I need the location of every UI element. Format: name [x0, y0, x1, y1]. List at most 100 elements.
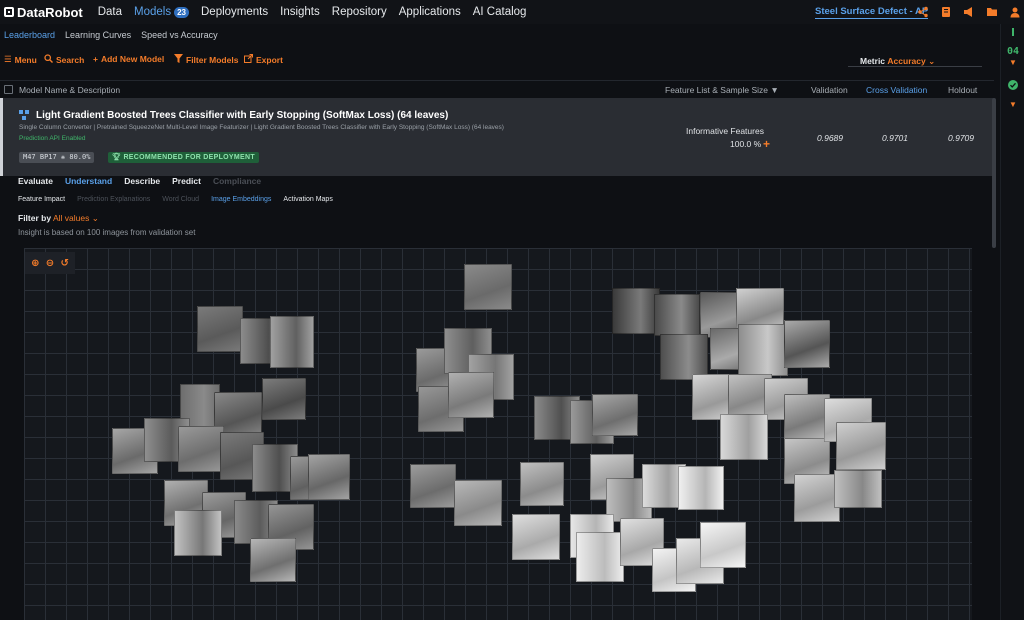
- worker-count[interactable]: 04: [1001, 46, 1024, 57]
- image-thumbnail[interactable]: [178, 426, 224, 472]
- image-thumbnail[interactable]: [576, 532, 624, 582]
- menu-button[interactable]: ☰ Menu: [4, 54, 37, 65]
- folder-icon[interactable]: [985, 6, 999, 18]
- tab-learning-curves[interactable]: Learning Curves: [65, 30, 131, 48]
- image-thumbnail[interactable]: [197, 306, 243, 352]
- image-thumbnail[interactable]: [448, 372, 494, 418]
- model-title[interactable]: Light Gradient Boosted Trees Classifier …: [36, 110, 448, 121]
- image-thumbnail[interactable]: [738, 324, 788, 376]
- image-thumbnail[interactable]: [612, 288, 660, 334]
- validation-score: 0.9689: [817, 133, 843, 143]
- search-button[interactable]: Search: [44, 54, 84, 65]
- image-thumbnail[interactable]: [654, 294, 700, 336]
- image-thumbnail[interactable]: [270, 316, 314, 368]
- image-thumbnail[interactable]: [464, 264, 512, 310]
- image-thumbnail[interactable]: [262, 378, 306, 420]
- menu-icon: ☰: [4, 54, 12, 64]
- image-thumbnail[interactable]: [250, 538, 296, 582]
- tab-evaluate[interactable]: Evaluate: [18, 176, 53, 186]
- models-count-badge: 23: [174, 6, 189, 18]
- prediction-api-status: Prediction API Enabled: [19, 135, 86, 142]
- nav-insights[interactable]: Insights: [274, 6, 326, 18]
- tab-speed-vs-accuracy[interactable]: Speed vs Accuracy: [141, 30, 218, 48]
- project-name[interactable]: Steel Surface Defect - AP: [815, 6, 929, 19]
- datarobot-logo[interactable]: DataRobot: [0, 5, 83, 20]
- tab-understand[interactable]: Understand: [65, 176, 112, 186]
- nav-data[interactable]: Data: [92, 6, 128, 18]
- scrollbar[interactable]: [992, 98, 996, 248]
- image-thumbnail[interactable]: [454, 480, 502, 526]
- image-thumbnail[interactable]: [520, 462, 564, 506]
- chevron-down-icon: ⌄: [91, 213, 99, 223]
- filter-by-control[interactable]: Filter by All values ⌄: [18, 213, 99, 224]
- tab-prediction-explanations[interactable]: Prediction Explanations: [77, 196, 150, 203]
- check-circle-icon[interactable]: [1001, 80, 1024, 93]
- image-thumbnail[interactable]: [174, 510, 222, 556]
- image-embeddings-plot[interactable]: [24, 248, 972, 620]
- megaphone-icon[interactable]: [962, 6, 976, 18]
- trophy-icon: 🏆︎: [112, 154, 122, 161]
- col-validation[interactable]: Validation: [811, 85, 848, 95]
- col-model-name[interactable]: Model Name & Description: [19, 85, 120, 95]
- zoom-out-icon[interactable]: ⊖: [46, 258, 54, 269]
- understand-subtabs: Feature Impact Prediction Explanations W…: [18, 196, 333, 203]
- filter-models-button[interactable]: Filter Models: [174, 54, 238, 65]
- image-thumbnail[interactable]: [784, 320, 830, 368]
- tab-compliance[interactable]: Compliance: [213, 176, 261, 186]
- holdout-score: 0.9709: [948, 133, 974, 143]
- rail-divider: [1001, 28, 1024, 36]
- logo-icon: [4, 7, 14, 17]
- nav-deployments[interactable]: Deployments: [195, 6, 274, 18]
- image-thumbnail[interactable]: [700, 522, 746, 568]
- model-description: Single Column Converter | Pretrained Squ…: [19, 124, 504, 131]
- tab-feature-impact[interactable]: Feature Impact: [18, 196, 65, 203]
- col-feature-list[interactable]: Feature List & Sample Size ▼: [665, 85, 779, 95]
- zoom-in-icon[interactable]: ⊕: [31, 258, 39, 269]
- image-thumbnail[interactable]: [592, 394, 638, 436]
- tab-activation-maps[interactable]: Activation Maps: [283, 196, 332, 203]
- image-thumbnail[interactable]: [720, 414, 768, 460]
- right-rail: 04 ▼ ▼: [1000, 24, 1024, 620]
- filter-icon: ▼: [770, 85, 779, 95]
- nav-models[interactable]: Models 23: [128, 6, 195, 18]
- nav-ai-catalog[interactable]: AI Catalog: [467, 6, 533, 18]
- export-button[interactable]: Export: [244, 54, 283, 65]
- image-thumbnail[interactable]: [410, 464, 456, 508]
- filter-icon: [174, 54, 183, 65]
- tab-image-embeddings[interactable]: Image Embeddings: [211, 196, 271, 203]
- recommended-badge: 🏆︎ RECOMMENDED FOR DEPLOYMENT: [108, 152, 259, 163]
- tab-predict[interactable]: Predict: [172, 176, 201, 186]
- share-icon[interactable]: [916, 6, 930, 18]
- insight-note: Insight is based on 100 images from vali…: [18, 228, 196, 237]
- col-holdout[interactable]: Holdout: [948, 85, 977, 95]
- tab-word-cloud[interactable]: Word Cloud: [162, 196, 199, 203]
- notebook-icon[interactable]: [939, 6, 953, 18]
- leaderboard-header: Model Name & Description Feature List & …: [0, 80, 994, 98]
- logo-text: DataRobot: [17, 4, 83, 20]
- reset-icon[interactable]: ↺: [60, 258, 68, 269]
- top-nav: DataRobot Data Models 23 Deployments Insi…: [0, 0, 1024, 24]
- tab-describe[interactable]: Describe: [124, 176, 160, 186]
- nav-repository[interactable]: Repository: [326, 6, 393, 18]
- feature-list-name[interactable]: Informative Features: [686, 126, 764, 136]
- col-cross-validation[interactable]: Cross Validation: [866, 85, 927, 95]
- model-row[interactable]: Light Gradient Boosted Trees Classifier …: [0, 98, 994, 176]
- tab-leaderboard[interactable]: Leaderboard: [4, 30, 55, 48]
- select-all-checkbox[interactable]: [4, 85, 13, 94]
- add-sample-size-icon[interactable]: +: [763, 137, 770, 151]
- export-icon: [244, 54, 253, 65]
- chevron-down-icon[interactable]: ▼: [1001, 58, 1024, 67]
- cross-validation-score: 0.9701: [882, 133, 908, 143]
- chevron-down-icon[interactable]: ▼: [1001, 100, 1024, 109]
- leaderboard-subtabs: Leaderboard Learning Curves Speed vs Acc…: [0, 30, 218, 48]
- add-new-model-button[interactable]: + Add New Model: [93, 54, 164, 64]
- user-icon[interactable]: [1008, 6, 1022, 18]
- image-thumbnail[interactable]: [308, 454, 350, 500]
- image-thumbnail[interactable]: [836, 422, 886, 470]
- image-thumbnail[interactable]: [834, 470, 882, 508]
- image-thumbnail[interactable]: [512, 514, 560, 560]
- leaderboard-toolbar: ☰ Menu Search + Add New Model Filter Model…: [0, 54, 1000, 70]
- image-thumbnail[interactable]: [678, 466, 724, 510]
- chevron-down-icon: ⌄: [928, 56, 936, 66]
- nav-applications[interactable]: Applications: [393, 6, 467, 18]
